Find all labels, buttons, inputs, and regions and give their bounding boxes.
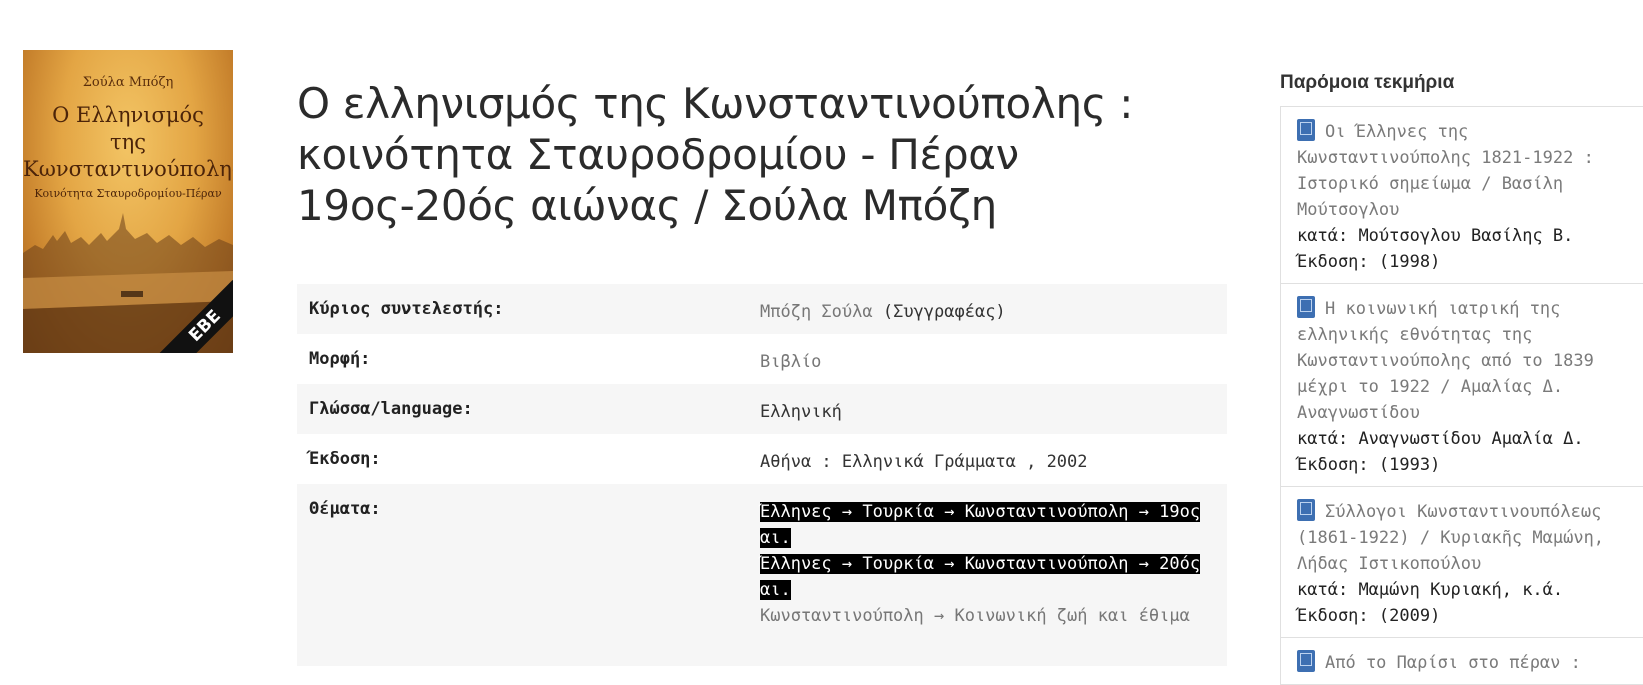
subject-link[interactable]: Έλληνες → Τουρκία → Κωνσταντινούπολη → 1… xyxy=(760,499,1207,551)
cover-title: Ο Ελληνισμός της Κωνσταντινούπολης xyxy=(23,103,233,181)
similar-item-author[interactable]: Μούτσογλου Βασίλης Β. xyxy=(1358,226,1573,246)
record-details-table: Κύριος συντελεστής: Μπόζη Σούλα (Συγγραφ… xyxy=(297,284,1227,666)
cover-author: Σούλα Μπόζη xyxy=(82,75,174,90)
similar-item-title-link[interactable]: Οι Έλληνες της Κωνσταντινούπολης 1821-19… xyxy=(1297,122,1594,220)
details-row-format: Μορφή: Βιβλίο xyxy=(297,334,1227,384)
details-row-contributor: Κύριος συντελεστής: Μπόζη Σούλα (Συγγραφ… xyxy=(297,284,1227,334)
similar-item-author[interactable]: Αναγνωστίδου Αμαλία Δ. xyxy=(1358,429,1583,449)
book-icon xyxy=(1297,296,1315,318)
details-row-language: Γλώσσα/language: Ελληνική xyxy=(297,384,1227,434)
contributor-link[interactable]: Μπόζη Σούλα xyxy=(760,302,873,322)
similar-item-year: (1993) xyxy=(1378,455,1441,475)
language-label: Γλώσσα/language: xyxy=(309,399,473,419)
book-cover: Σούλα Μπόζη Ο Ελληνισμός της Κωνσταντινο… xyxy=(23,50,233,353)
similar-item-title-link[interactable]: Σύλλογοι Κωνσταντινουπόλεως (1861-1922) … xyxy=(1297,502,1604,574)
subjects-value: Έλληνες → Τουρκία → Κωνσταντινούπολη → 1… xyxy=(760,484,1227,666)
language-value: Ελληνική xyxy=(760,402,842,422)
book-icon xyxy=(1297,650,1315,672)
subject-link[interactable]: Κωνσταντινούπολη → Κοινωνική ζωή και έθι… xyxy=(760,603,1207,629)
book-icon xyxy=(1297,499,1315,521)
similar-items-panel: Παρόμοια τεκμήρια Οι Έλληνες της Κωνσταν… xyxy=(1280,72,1643,685)
edition-label: Έκδοση: xyxy=(309,449,381,469)
similar-items-heading: Παρόμοια τεκμήρια xyxy=(1280,72,1455,93)
format-value: Βιβλίο xyxy=(760,352,822,372)
edition-value: Αθήνα : Ελληνικά Γράμματα , 2002 xyxy=(760,452,1088,472)
record-title: Ο ελληνισμός της Κωνσταντινούπολης : κοι… xyxy=(297,79,1134,230)
details-row-subjects: Θέματα: Έλληνες → Τουρκία → Κωνσταντινού… xyxy=(297,484,1227,666)
details-row-edition: Έκδοση: Αθήνα : Ελληνικά Γράμματα , 2002 xyxy=(297,434,1227,484)
similar-item-year: (2009) xyxy=(1378,606,1441,626)
similar-item-title-link[interactable]: Από το Παρίσι στο πέραν : xyxy=(1325,653,1581,673)
similar-item-year: (1998) xyxy=(1378,252,1441,272)
similar-item-card: Από το Παρίσι στο πέραν : xyxy=(1280,637,1643,685)
similar-item-card: Οι Έλληνες της Κωνσταντινούπολης 1821-19… xyxy=(1280,106,1643,284)
similar-item-author[interactable]: Μαμώνη Κυριακή, κ.ά. xyxy=(1358,580,1563,600)
similar-item-card: Σύλλογοι Κωνσταντινουπόλεως (1861-1922) … xyxy=(1280,486,1643,638)
contributor-value: Μπόζη Σούλα (Συγγραφέας) xyxy=(760,284,1227,334)
format-label: Μορφή: xyxy=(309,349,371,369)
contributor-label: Κύριος συντελεστής: xyxy=(309,299,504,319)
similar-item-title-link[interactable]: Η κοινωνική ιατρική της ελληνικής εθνότη… xyxy=(1297,299,1594,423)
contributor-role: (Συγγραφέας) xyxy=(882,302,1006,322)
subject-link[interactable]: Έλληνες → Τουρκία → Κωνσταντινούπολη → 2… xyxy=(760,551,1207,603)
subjects-label: Θέματα: xyxy=(309,499,381,519)
similar-item-card: Η κοινωνική ιατρική της ελληνικής εθνότη… xyxy=(1280,283,1643,487)
book-icon xyxy=(1297,119,1315,141)
